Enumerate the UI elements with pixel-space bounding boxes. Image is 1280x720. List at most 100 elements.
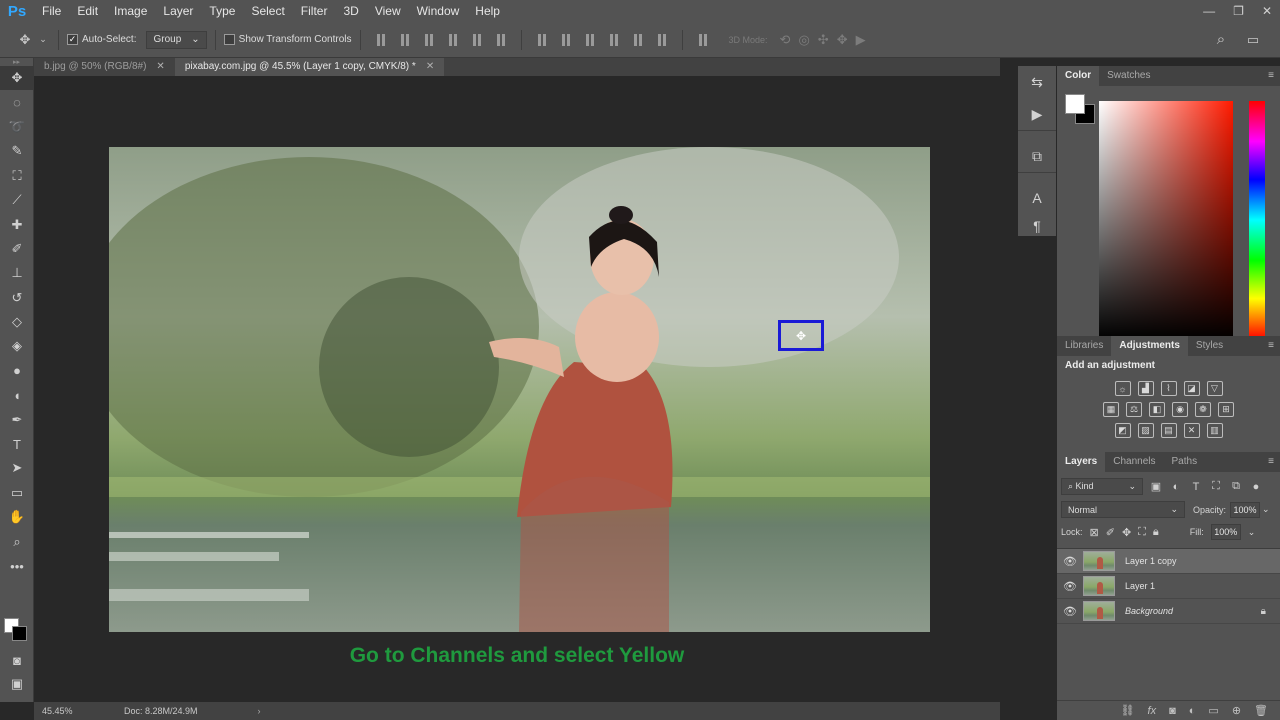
tab-libraries[interactable]: Libraries [1057, 336, 1111, 356]
menu-edit[interactable]: Edit [69, 0, 106, 22]
move-tool-preset-icon[interactable]: ✥ [14, 29, 36, 51]
canvas-area[interactable]: ✥ Go to Channels and select Yellow [34, 76, 1000, 702]
vibrance-icon[interactable]: ▽ [1206, 381, 1223, 396]
scale-3d-icon[interactable]: ▶ [856, 32, 866, 48]
fill-input[interactable]: 100% [1210, 524, 1241, 540]
marquee-tool-icon[interactable]: ◌ [0, 90, 34, 114]
visibility-eye-icon[interactable]: 👁︎ [1057, 555, 1083, 568]
quick-mask-icon[interactable]: ◙ [0, 648, 34, 672]
zoom-level[interactable]: 45.45% [34, 706, 90, 716]
distribute-bottom-icon[interactable] [583, 33, 597, 47]
lock-position-icon[interactable]: ✥ [1122, 526, 1131, 539]
chevron-down-icon[interactable]: ⌄ [1262, 504, 1270, 515]
type-tool-icon[interactable]: T [0, 432, 34, 456]
align-top-icon[interactable] [374, 33, 388, 47]
color-field[interactable] [1099, 101, 1233, 339]
adjustment-filter-icon[interactable]: ◐ [1169, 480, 1183, 494]
chevron-down-icon[interactable]: ⌄ [36, 29, 50, 51]
filter-toggle-icon[interactable]: ● [1249, 480, 1263, 494]
pixel-filter-icon[interactable]: ▣ [1149, 480, 1163, 494]
threshold-icon[interactable]: ▤ [1160, 423, 1177, 438]
tab-paths[interactable]: Paths [1164, 452, 1206, 472]
align-right-icon[interactable] [494, 33, 508, 47]
menu-type[interactable]: Type [201, 0, 243, 22]
history-panel-icon[interactable]: ⇆ [1018, 66, 1056, 98]
zoom-tool-icon[interactable]: ⌕ [0, 529, 34, 553]
black-white-icon[interactable]: ◧ [1149, 402, 1165, 417]
slide-3d-icon[interactable]: ✥ [837, 32, 848, 48]
layer-row[interactable]: 👁︎ Layer 1 [1057, 574, 1280, 599]
rectangle-tool-icon[interactable]: ▭ [0, 481, 34, 505]
align-vertical-center-icon[interactable] [398, 33, 412, 47]
history-brush-tool-icon[interactable]: ↺ [0, 286, 34, 310]
close-icon[interactable]: ✕ [156, 58, 164, 76]
align-horizontal-center-icon[interactable] [470, 33, 484, 47]
rotate-3d-icon[interactable]: ⟲ [780, 32, 791, 48]
panel-menu-icon[interactable]: ≡ [1268, 456, 1274, 467]
tab-styles[interactable]: Styles [1188, 336, 1231, 356]
lock-artboard-icon[interactable]: ⛶ [1138, 526, 1146, 539]
opacity-input[interactable]: 100% [1230, 501, 1261, 518]
close-icon[interactable]: ✕ [1262, 4, 1272, 18]
blend-mode-dropdown[interactable]: Normal ⌄ [1061, 501, 1185, 518]
layer-style-fx-icon[interactable]: fx [1148, 705, 1157, 717]
toolbox-grip[interactable]: ▸▸ [0, 58, 33, 66]
tool-presets-icon[interactable]: ⧉ [1018, 140, 1056, 172]
hand-tool-icon[interactable]: ✋ [0, 505, 34, 529]
drag-3d-icon[interactable]: ✣ [818, 32, 829, 48]
quick-selection-tool-icon[interactable]: ✎ [0, 139, 34, 163]
blur-tool-icon[interactable]: ● [0, 359, 34, 383]
screen-mode-icon[interactable]: ▣ [0, 672, 34, 696]
tab-layers[interactable]: Layers [1057, 452, 1106, 472]
distribute-top-icon[interactable] [535, 33, 549, 47]
lasso-tool-icon[interactable]: ➰ [0, 115, 34, 139]
posterize-icon[interactable]: ▨ [1137, 423, 1154, 438]
menu-select[interactable]: Select [243, 0, 292, 22]
visibility-eye-icon[interactable]: 👁︎ [1057, 580, 1083, 593]
curves-icon[interactable]: ⌇ [1160, 381, 1177, 396]
new-layer-icon[interactable]: ⊕ [1232, 704, 1241, 717]
search-icon[interactable]: ⌕ [1210, 29, 1232, 51]
type-filter-icon[interactable]: T [1189, 480, 1203, 494]
lock-all-icon[interactable]: 🔒︎ [1153, 526, 1159, 539]
channel-mixer-icon[interactable]: ❁ [1195, 402, 1211, 417]
menu-3d[interactable]: 3D [335, 0, 366, 22]
distribute-right-icon[interactable] [655, 33, 669, 47]
tab-adjustments[interactable]: Adjustments [1111, 336, 1188, 356]
move-tool-icon[interactable]: ✥ [0, 66, 34, 91]
color-lookup-icon[interactable]: ⊞ [1218, 402, 1234, 417]
distribute-left-icon[interactable] [607, 33, 621, 47]
paint-bucket-tool-icon[interactable]: ◈ [0, 334, 34, 358]
distribute-horizontal-center-icon[interactable] [631, 33, 645, 47]
background-color-swatch[interactable] [12, 626, 27, 641]
more-tools-icon[interactable]: ••• [0, 554, 34, 578]
minimize-icon[interactable]: — [1203, 4, 1215, 18]
menu-help[interactable]: Help [467, 0, 508, 22]
levels-icon[interactable]: ▟ [1137, 381, 1154, 396]
kind-filter-dropdown[interactable]: ⌕ Kind ⌄ [1061, 478, 1143, 495]
roll-3d-icon[interactable]: ◎ [798, 32, 809, 48]
delete-layer-icon[interactable]: 🗑︎ [1254, 704, 1268, 717]
panel-menu-icon[interactable]: ≡ [1268, 70, 1274, 81]
hue-slider[interactable] [1249, 101, 1265, 339]
menu-window[interactable]: Window [409, 0, 468, 22]
selective-color-icon[interactable]: ✕ [1183, 423, 1200, 438]
add-mask-icon[interactable]: ◙ [1169, 705, 1176, 717]
tab-channels[interactable]: Channels [1105, 452, 1163, 472]
new-group-icon[interactable]: ▭ [1208, 704, 1218, 717]
link-layers-icon[interactable]: ⛓ [1121, 704, 1135, 717]
eyedropper-tool-icon[interactable]: ⟋ [0, 188, 34, 212]
healing-brush-tool-icon[interactable]: ✚ [0, 212, 34, 236]
clone-stamp-tool-icon[interactable]: ⊥ [0, 261, 34, 285]
brightness-contrast-icon[interactable]: ☼ [1114, 381, 1131, 396]
tab-swatches[interactable]: Swatches [1099, 66, 1158, 86]
visibility-eye-icon[interactable]: 👁︎ [1057, 605, 1083, 618]
workspace-icon[interactable]: ▭ [1242, 29, 1264, 51]
crop-tool-icon[interactable]: ⛶ [0, 164, 34, 188]
actions-play-icon[interactable]: ▶ [1018, 98, 1056, 130]
paragraph-panel-icon[interactable]: ¶ [1018, 214, 1056, 238]
path-selection-tool-icon[interactable]: ➤ [0, 456, 34, 480]
new-adjustment-layer-icon[interactable]: ◐ [1189, 705, 1196, 717]
invert-icon[interactable]: ◩ [1114, 423, 1131, 438]
eraser-tool-icon[interactable]: ◇ [0, 310, 34, 334]
